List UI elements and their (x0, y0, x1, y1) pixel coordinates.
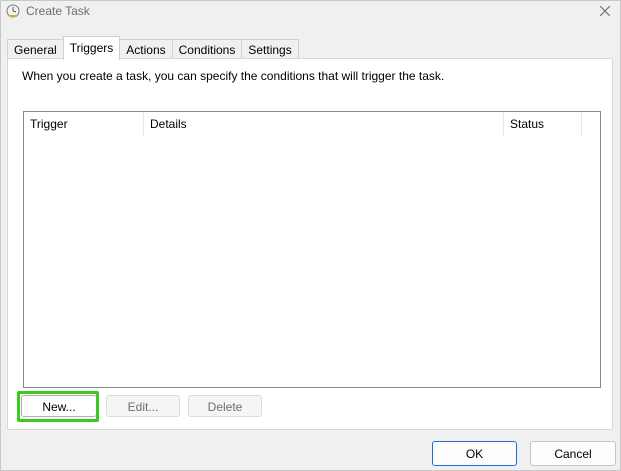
title-bar: Create Task (1, 1, 620, 25)
edit-trigger-button[interactable]: Edit... (106, 395, 180, 417)
triggers-tab-panel: When you create a task, you can specify … (7, 58, 613, 430)
ok-button[interactable]: OK (432, 441, 517, 466)
tab-general[interactable]: General (7, 39, 64, 59)
new-trigger-button[interactable]: New... (21, 395, 97, 417)
column-header-details[interactable]: Details (144, 112, 504, 136)
triggers-description: When you create a task, you can specify … (22, 69, 445, 83)
close-button[interactable] (590, 1, 620, 23)
tab-conditions[interactable]: Conditions (171, 39, 243, 59)
tab-strip: General Triggers Actions Conditions Sett… (7, 36, 299, 60)
triggers-list[interactable]: Trigger Details Status (23, 111, 601, 388)
list-header: Trigger Details Status (24, 112, 600, 136)
column-header-trigger[interactable]: Trigger (24, 112, 144, 136)
cancel-button[interactable]: Cancel (530, 441, 616, 466)
tab-settings[interactable]: Settings (241, 39, 299, 59)
column-header-status[interactable]: Status (504, 112, 582, 136)
create-task-dialog: Create Task General Triggers Actions Con… (0, 0, 621, 471)
tab-actions[interactable]: Actions (119, 39, 173, 59)
window-title: Create Task (26, 4, 90, 18)
delete-trigger-button[interactable]: Delete (188, 395, 262, 417)
clock-icon (6, 4, 20, 18)
tab-triggers[interactable]: Triggers (62, 36, 121, 60)
close-icon (599, 5, 611, 19)
